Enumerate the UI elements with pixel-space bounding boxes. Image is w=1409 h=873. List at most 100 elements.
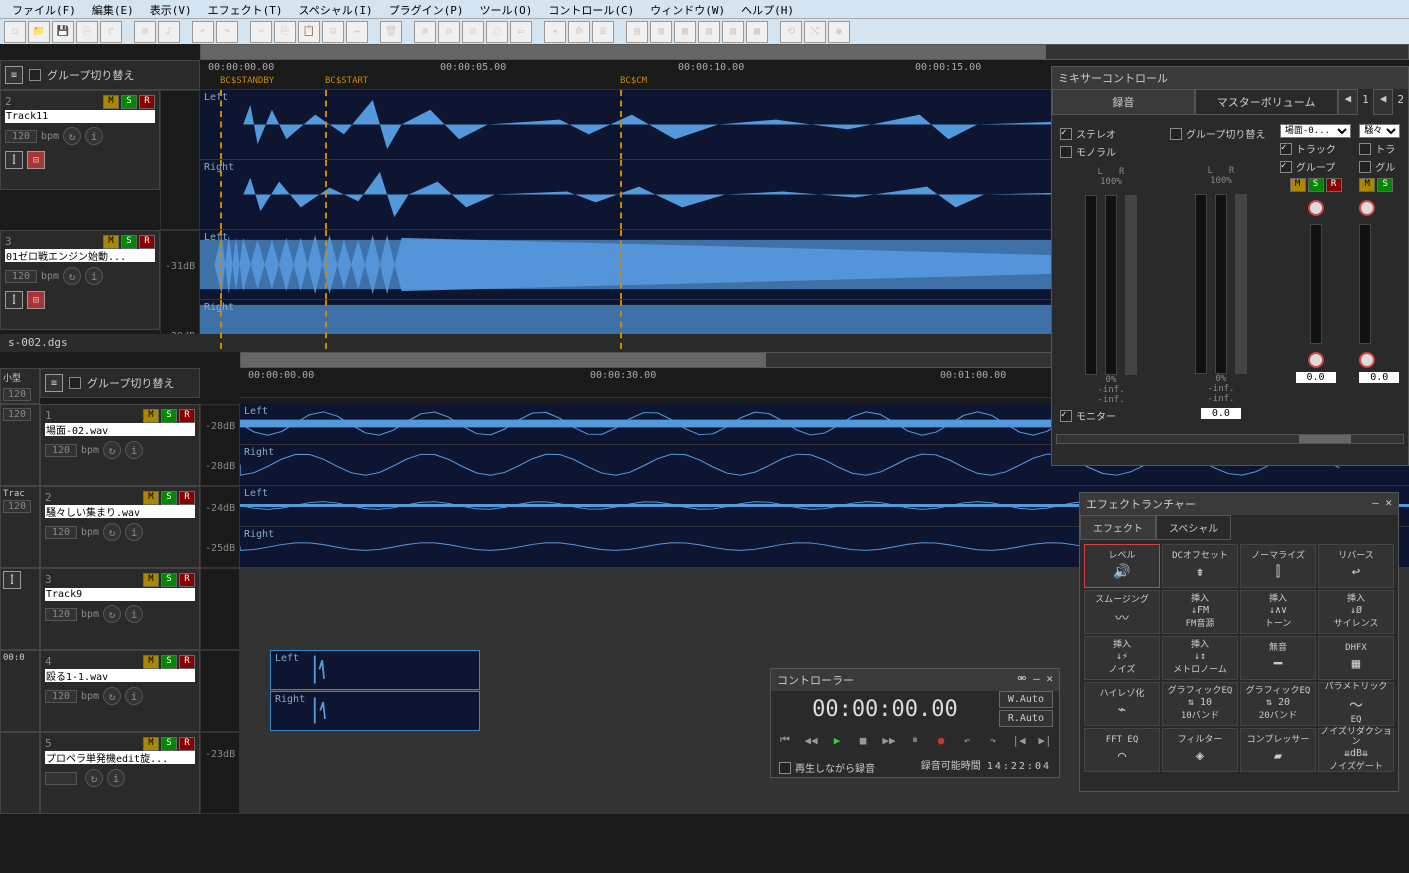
tab-effect[interactable]: エフェクト: [1080, 515, 1156, 540]
track-checkbox[interactable]: [1280, 143, 1292, 155]
menu-window[interactable]: ウィンドウ(W): [642, 2, 733, 16]
fader-value[interactable]: 0.0: [1296, 372, 1336, 383]
refresh-icon[interactable]: ↻: [103, 441, 121, 459]
pan-knob[interactable]: [1359, 200, 1375, 216]
minimize-icon[interactable]: —: [1033, 672, 1040, 685]
solo-button[interactable]: S: [1308, 178, 1324, 192]
grid-icon[interactable]: ⊞: [134, 21, 156, 43]
menu-effect[interactable]: エフェクト(T): [200, 2, 291, 16]
record-arm-button[interactable]: R: [179, 737, 195, 751]
track-name-input[interactable]: [45, 669, 195, 682]
effect-button[interactable]: 挿入↓⚡ノイズ: [1084, 636, 1160, 680]
solo-button[interactable]: S: [161, 737, 177, 751]
save-as-icon[interactable]: ⎘: [76, 21, 98, 43]
tool2-icon[interactable]: ⤭: [804, 21, 826, 43]
bpm-input[interactable]: [45, 444, 77, 457]
close-icon[interactable]: ✕: [1385, 496, 1392, 509]
effect-button[interactable]: リバース↩: [1318, 544, 1394, 588]
export-icon[interactable]: ↱: [100, 21, 122, 43]
copy-icon[interactable]: ⎘: [274, 21, 296, 43]
group-toggle-checkbox[interactable]: [1170, 128, 1182, 140]
menu-control[interactable]: コントロール(C): [540, 2, 642, 16]
open-icon[interactable]: 📁: [28, 21, 50, 43]
tool1-icon[interactable]: ⟲: [780, 21, 802, 43]
record-arm-button[interactable]: R: [139, 235, 155, 249]
effect-button[interactable]: ノーマライズ⫿: [1240, 544, 1316, 588]
menu-special[interactable]: スペシャル(I): [291, 2, 381, 16]
scene-dropdown[interactable]: 場面-0...: [1280, 124, 1351, 138]
effect-button[interactable]: 挿入↓↕メトロノーム: [1162, 636, 1238, 680]
info-icon[interactable]: i: [125, 605, 143, 623]
mute-button[interactable]: M: [143, 573, 159, 587]
minimize-icon[interactable]: —: [1372, 496, 1379, 509]
info-icon[interactable]: i: [85, 127, 103, 145]
record-arm-button[interactable]: R: [139, 95, 155, 109]
fader-value[interactable]: 0.0: [1359, 372, 1399, 383]
group-toggle-checkbox[interactable]: [29, 69, 41, 81]
bpm-input[interactable]: [45, 526, 77, 539]
stereo-checkbox[interactable]: [1060, 128, 1072, 140]
bpm-input[interactable]: [5, 270, 37, 283]
mute-button[interactable]: M: [103, 95, 119, 109]
bpm-input[interactable]: [45, 608, 77, 621]
undo-icon[interactable]: ↶: [192, 21, 214, 43]
route-icon[interactable]: ⊟: [27, 291, 45, 309]
effect-button[interactable]: 挿入↓∧∨トーン: [1240, 590, 1316, 634]
menu-plugin[interactable]: プラグイン(P): [381, 2, 472, 16]
info-icon[interactable]: i: [85, 267, 103, 285]
record-arm-button[interactable]: R: [179, 573, 195, 587]
pin-icon[interactable]: ⚮: [1017, 672, 1026, 685]
panel-titlebar[interactable]: コントローラー ⚮ — ✕: [771, 669, 1059, 691]
fader[interactable]: [1359, 224, 1371, 344]
noise-dropdown[interactable]: 騒々し.: [1359, 124, 1400, 138]
info-icon[interactable]: i: [125, 523, 143, 541]
horizontal-scrollbar[interactable]: [200, 44, 1409, 60]
nav-prev-icon[interactable]: ◀: [1373, 89, 1394, 115]
effect-button[interactable]: スムージング〰: [1084, 590, 1160, 634]
zoom-in-icon[interactable]: ⊕: [414, 21, 436, 43]
record-arm-button[interactable]: R: [179, 491, 195, 505]
effect-button[interactable]: ハイレゾ化⌁: [1084, 682, 1160, 726]
prev-marker-icon[interactable]: |◀: [1009, 731, 1029, 749]
info-icon[interactable]: i: [125, 441, 143, 459]
refresh-icon[interactable]: ↻: [103, 687, 121, 705]
effect-button[interactable]: ノイズリダクション⇊dB⇊ノイズゲート: [1318, 728, 1394, 772]
loop-fwd-icon[interactable]: ↷: [983, 731, 1003, 749]
mute-button[interactable]: M: [143, 409, 159, 423]
effect-button[interactable]: パラメトリック〜EQ: [1318, 682, 1394, 726]
record-icon[interactable]: ●: [931, 731, 951, 749]
mute-button[interactable]: M: [1359, 178, 1375, 192]
group-checkbox[interactable]: [1280, 161, 1292, 173]
effect-button[interactable]: FFT EQ⌒: [1084, 728, 1160, 772]
bpm-input[interactable]: [45, 772, 77, 785]
fader-value[interactable]: 0.0: [1201, 408, 1241, 419]
solo-button[interactable]: S: [1377, 178, 1393, 192]
fader[interactable]: [1125, 195, 1137, 375]
track-name-input[interactable]: [45, 751, 195, 764]
group-checkbox[interactable]: [1359, 161, 1371, 173]
view2-icon[interactable]: ▥: [650, 21, 672, 43]
mono-checkbox[interactable]: [1060, 146, 1072, 158]
marker-start[interactable]: BC$START: [325, 76, 368, 86]
menu-tool[interactable]: ツール(O): [471, 2, 540, 16]
tab-special[interactable]: スペシャル: [1156, 515, 1231, 540]
view4-icon[interactable]: ▧: [698, 21, 720, 43]
play-icon[interactable]: ▶: [827, 731, 847, 749]
pause-icon[interactable]: ⏸: [905, 731, 925, 749]
mute-button[interactable]: M: [143, 491, 159, 505]
paste-special-icon[interactable]: ⊡: [322, 21, 344, 43]
fader[interactable]: [1235, 194, 1247, 374]
menu-file[interactable]: ファイル(F): [4, 2, 84, 16]
record-arm-button[interactable]: R: [179, 655, 195, 669]
track-checkbox[interactable]: [1359, 143, 1371, 155]
tab-master-volume[interactable]: マスターボリューム: [1195, 89, 1338, 115]
cut-icon[interactable]: ✂: [250, 21, 272, 43]
effect-button[interactable]: 挿入↓Øサイレンス: [1318, 590, 1394, 634]
marker-icon[interactable]: ✦: [544, 21, 566, 43]
effect-button[interactable]: 挿入↓FMFM音源: [1162, 590, 1238, 634]
monitor-checkbox[interactable]: [1060, 410, 1072, 422]
mute-button[interactable]: M: [143, 655, 159, 669]
info-icon[interactable]: i: [107, 769, 125, 787]
bpm-input[interactable]: [45, 690, 77, 703]
effect-button[interactable]: DCオフセット⇟: [1162, 544, 1238, 588]
